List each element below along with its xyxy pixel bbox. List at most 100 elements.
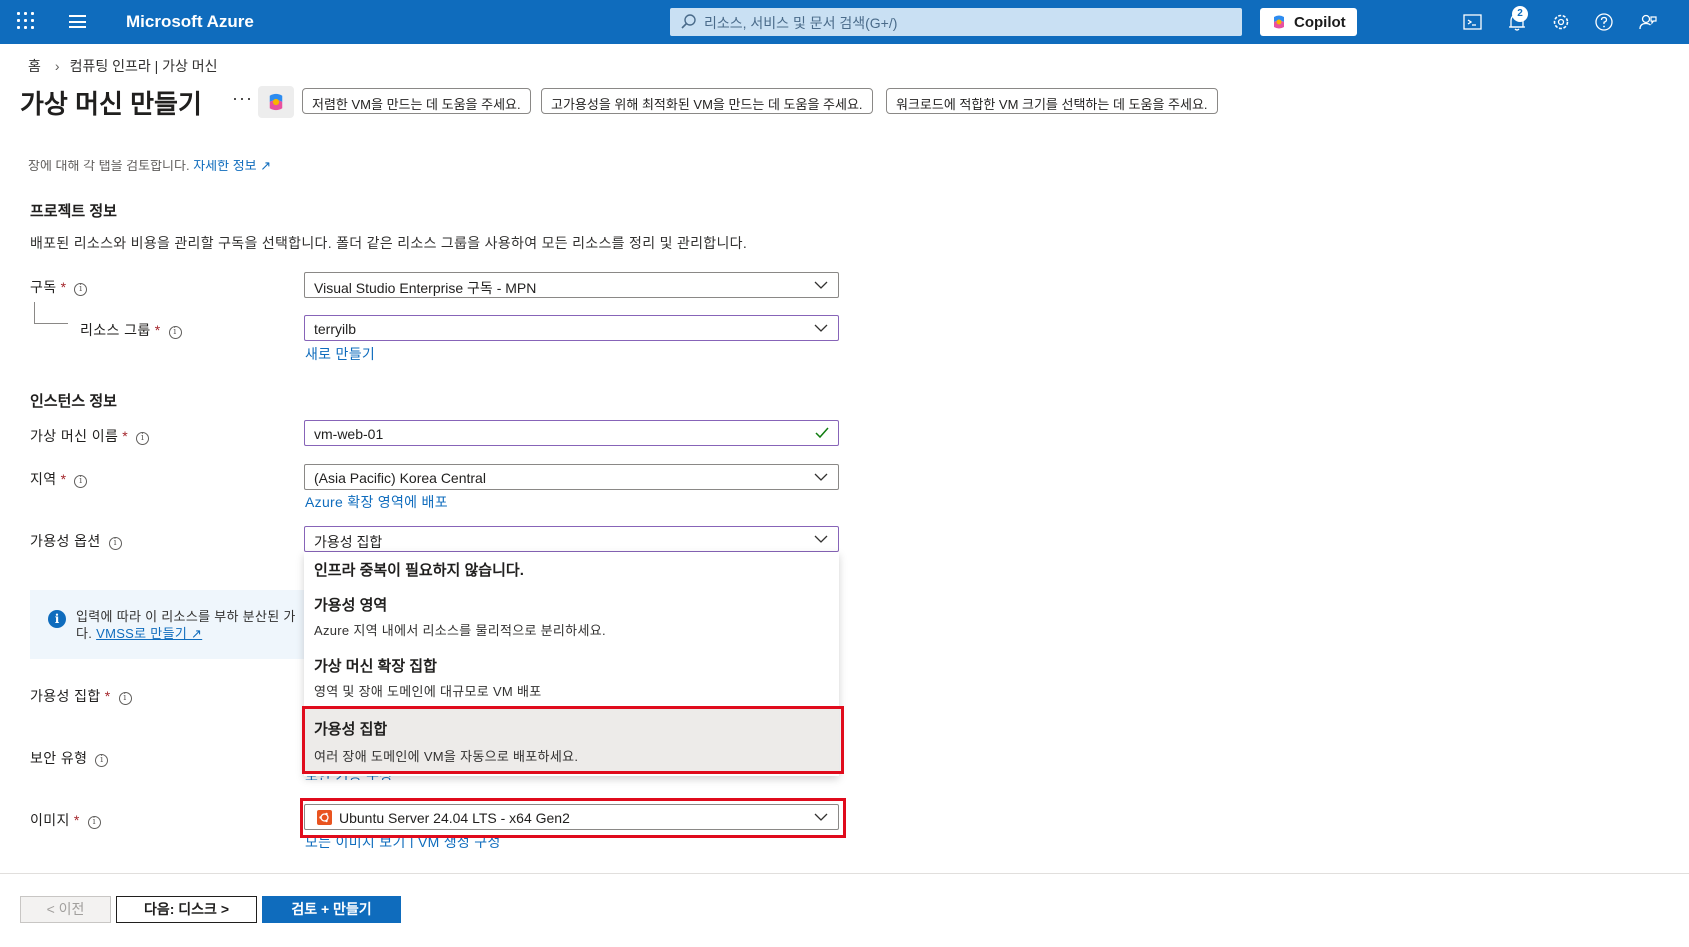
page-title: 가상 머신 만들기 xyxy=(20,89,202,119)
more-options-icon[interactable]: ··· xyxy=(232,88,253,109)
app-launcher-icon[interactable] xyxy=(17,12,35,30)
required-asterisk: * xyxy=(60,471,67,487)
copilot-label: Copilot xyxy=(1294,14,1346,31)
resource-group-select[interactable]: terryilb xyxy=(304,315,839,341)
highlight-box xyxy=(302,706,844,774)
availability-options-value: 가용성 집합 xyxy=(314,534,383,550)
breadcrumb: 홈 › 컴퓨팅 인프라 | 가상 머신 xyxy=(28,56,222,76)
required-asterisk: * xyxy=(73,812,80,828)
brand-name[interactable]: Microsoft Azure xyxy=(126,12,254,32)
required-asterisk: * xyxy=(104,688,111,704)
cloud-shell-icon[interactable] xyxy=(1462,11,1484,33)
resource-group-value: terryilb xyxy=(314,321,357,337)
checkmark-icon xyxy=(815,427,829,439)
banner-line-2-prefix: 다. xyxy=(76,626,97,641)
help-icon[interactable] xyxy=(1593,11,1615,33)
region-label-text: 지역 xyxy=(30,471,57,487)
feedback-icon[interactable] xyxy=(1637,11,1659,33)
image-label-text: 이미지 xyxy=(30,812,70,828)
availability-options-label-text: 가용성 옵션 xyxy=(30,533,101,549)
partial-intro-text: 장에 대해 각 탭을 검토합니다. 자세한 정보 ↗ xyxy=(28,160,271,171)
deploy-to-extended-zone-link[interactable]: Azure 확장 영역에 배포 xyxy=(305,492,448,512)
copilot-icon xyxy=(1274,15,1284,29)
info-icon[interactable]: i xyxy=(108,537,122,550)
dropdown-option[interactable]: 인프라 중복이 필요하지 않습니다. xyxy=(304,552,839,584)
security-type-label: 보안 유형 i xyxy=(30,748,109,768)
tree-connector xyxy=(34,302,68,324)
required-asterisk: * xyxy=(122,428,129,444)
banner-text: 입력에 따라 이 리소스를 부하 분산된 가 다. VMSS로 만들기 ↗ xyxy=(76,608,304,642)
vm-name-value: vm-web-01 xyxy=(314,426,384,442)
breadcrumb-current[interactable]: 컴퓨팅 인프라 | 가상 머신 xyxy=(70,58,218,74)
copilot-icon xyxy=(269,93,283,111)
previous-button[interactable]: < 이전 xyxy=(20,896,111,923)
info-icon[interactable]: i xyxy=(168,326,182,339)
availability-set-label: 가용성 집합 * i xyxy=(30,686,132,706)
availability-options-label: 가용성 옵션 i xyxy=(30,531,122,551)
vm-name-input[interactable]: vm-web-01 xyxy=(304,420,839,446)
info-icon[interactable]: i xyxy=(87,816,101,829)
option-description: Azure 지역 내에서 리소스를 물리적으로 분리하세요. xyxy=(314,623,606,638)
security-type-label-text: 보안 유형 xyxy=(30,750,88,766)
copilot-suggestion-chip[interactable]: 고가용성을 위해 최적화된 VM을 만드는 데 도움을 주세요. xyxy=(541,88,873,114)
review-create-button[interactable]: 검토 + 만들기 xyxy=(262,896,401,923)
dropdown-option[interactable]: 가상 머신 확장 집합 영역 및 장애 도메인에 대규모로 VM 배포 xyxy=(304,645,839,706)
chevron-down-icon xyxy=(814,281,828,289)
required-asterisk: * xyxy=(154,322,161,338)
region-value: (Asia Pacific) Korea Central xyxy=(314,470,486,486)
create-as-vmss-link[interactable]: VMSS로 만들기 ↗ xyxy=(96,626,202,641)
dropdown-option[interactable]: 가용성 영역 Azure 지역 내에서 리소스를 물리적으로 분리하세요. xyxy=(304,584,839,645)
info-icon[interactable]: i xyxy=(74,283,88,296)
instance-details-heading: 인스턴스 정보 xyxy=(30,393,117,410)
subscription-value: Visual Studio Enterprise 구독 - MPN xyxy=(314,280,537,296)
global-search-input[interactable]: 리소스, 서비스 및 문서 검색(G+/) xyxy=(670,8,1242,36)
highlight-box xyxy=(300,798,846,838)
option-title: 가용성 영역 xyxy=(314,597,388,614)
resource-group-label: 리소스 그룹 * i xyxy=(80,320,182,340)
settings-gear-icon[interactable] xyxy=(1550,11,1572,33)
breadcrumb-chevron-icon: › xyxy=(54,58,60,74)
subscription-label: 구독 * i xyxy=(30,277,88,297)
chevron-down-icon xyxy=(814,473,828,481)
project-details-description: 배포된 리소스와 비용을 관리할 구독을 선택합니다. 폴더 같은 리소스 그룹… xyxy=(30,235,748,251)
region-label: 지역 * i xyxy=(30,469,88,489)
availability-options-select[interactable]: 가용성 집합 xyxy=(304,526,839,552)
vm-name-label: 가상 머신 이름 * i xyxy=(30,426,150,446)
required-asterisk: * xyxy=(60,279,67,295)
region-select[interactable]: (Asia Pacific) Korea Central xyxy=(304,464,839,490)
copilot-suggestion-chip[interactable]: 저렴한 VM을 만드는 데 도움을 주세요. xyxy=(302,88,531,114)
portal-menu-icon[interactable] xyxy=(69,15,86,28)
option-title: 인프라 중복이 필요하지 않습니다. xyxy=(314,562,524,579)
learn-more-link[interactable]: 자세한 정보 ↗ xyxy=(193,160,271,171)
partial-intro-body: 장에 대해 각 탭을 검토합니다. xyxy=(28,160,194,171)
subscription-select[interactable]: Visual Studio Enterprise 구독 - MPN xyxy=(304,272,839,298)
vmss-info-banner: i 입력에 따라 이 리소스를 부하 분산된 가 다. VMSS로 만들기 ↗ xyxy=(30,590,304,659)
breadcrumb-home[interactable]: 홈 xyxy=(28,58,41,74)
next-disks-button[interactable]: 다음: 디스크 > xyxy=(116,896,257,923)
subscription-label-text: 구독 xyxy=(30,279,57,295)
info-icon[interactable]: i xyxy=(136,432,150,445)
chevron-down-icon xyxy=(814,324,828,332)
notification-badge: 2 xyxy=(1512,6,1528,22)
copilot-button[interactable]: Copilot xyxy=(1260,8,1357,36)
project-details-heading: 프로젝트 정보 xyxy=(30,203,117,220)
info-icon[interactable]: i xyxy=(95,754,109,767)
copilot-suggestion-chip[interactable]: 워크로드에 적합한 VM 크기를 선택하는 데 도움을 주세요. xyxy=(886,88,1218,114)
resource-group-label-text: 리소스 그룹 xyxy=(80,322,151,338)
option-title: 가상 머신 확장 집합 xyxy=(314,658,437,675)
search-icon xyxy=(681,14,696,29)
info-icon[interactable]: i xyxy=(118,692,132,705)
banner-line-2: 다. VMSS로 만들기 ↗ xyxy=(76,625,304,642)
info-filled-icon: i xyxy=(48,610,66,628)
vm-name-label-text: 가상 머신 이름 xyxy=(30,428,119,444)
option-description: 영역 및 장애 도메인에 대규모로 VM 배포 xyxy=(314,684,542,699)
create-new-resource-group-link[interactable]: 새로 만들기 xyxy=(305,344,375,364)
chevron-up-icon xyxy=(814,535,828,543)
info-icon[interactable]: i xyxy=(74,475,88,488)
banner-line-1: 입력에 따라 이 리소스를 부하 분산된 가 xyxy=(76,609,296,624)
image-label: 이미지 * i xyxy=(30,810,101,830)
search-placeholder: 리소스, 서비스 및 문서 검색(G+/) xyxy=(704,15,898,31)
availability-set-label-text: 가용성 집합 xyxy=(30,688,101,704)
copilot-prompt-button[interactable] xyxy=(258,86,294,118)
top-bar: Microsoft Azure 리소스, 서비스 및 문서 검색(G+/) Co… xyxy=(0,0,1689,44)
